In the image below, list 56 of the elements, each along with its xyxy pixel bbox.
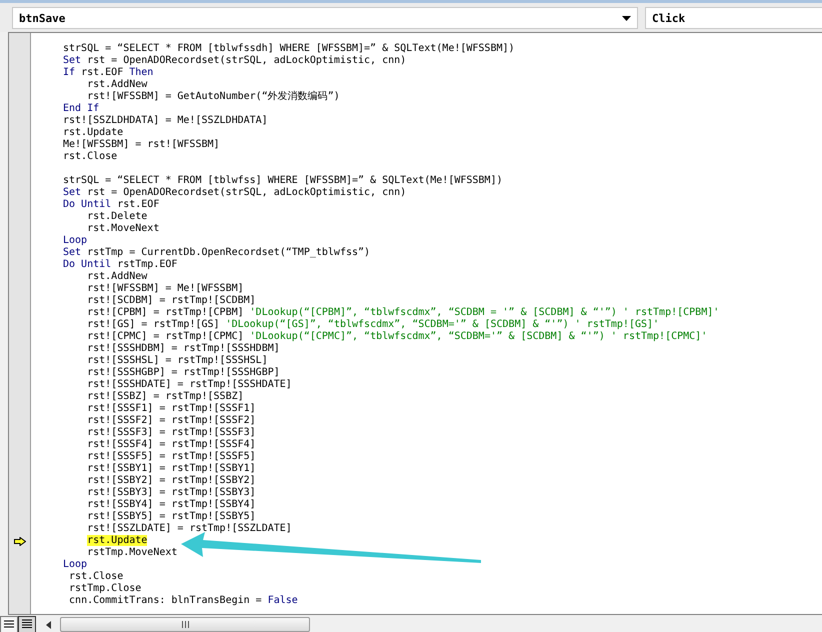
code-line: rst![SSSHGBP] = rstTmp![SSSHGBP]	[86, 367, 280, 379]
code-line: rst![SSBY4] = rstTmp![SSBY4]	[86, 499, 256, 511]
code-line: rst.AddNew	[86, 79, 148, 91]
code-line: rst![SSZLDHDATA] = Me![SSZLDHDATA]	[63, 115, 268, 127]
code-line: rst![CPMC] = rstTmp![CPMC] 'DLookup(“[CPMC]”, “tblwfscdmx”, “SCDBM='” & [SCDBM] & “'”) ' rstTmp![CPMC]'	[86, 331, 708, 343]
code-line: rst.Close	[63, 151, 118, 163]
code-line: rst![WFSSBM] = Me![WFSSBM]	[86, 283, 244, 295]
code-line: Set rst = OpenADORecordset(strSQL, adLockOptimistic, cnn)	[63, 187, 406, 199]
code-line: Set rst = OpenADORecordset(strSQL, adLockOptimistic, cnn)	[63, 55, 406, 67]
code-line: rst![SCDBM] = rstTmp![SCDBM]	[86, 295, 256, 307]
code-line: rstTmp.MoveNext	[86, 547, 178, 559]
code-line: rst![SSBY3] = rstTmp![SSBY3]	[86, 487, 256, 499]
code-line: cnn.CommitTrans: blnTransBegin = False	[68, 595, 298, 607]
code-line: rst![GS] = rstTmp![GS] 'DLookup(“[GS]”, “tblwfscdmx”, “SCDBM='” & [SCDBM] & “'”) ' rstTmp![GS]'	[86, 319, 660, 331]
lines-icon	[22, 619, 32, 630]
code-line: rst![CPBM] = rstTmp![CPBM] 'DLookup(“[CPBM]”, “tblwfscdmx”, “SCDBM = '” & [SCDBM] & “'”) ' rstTmp![CPBM]'	[86, 307, 720, 319]
code-line: rst![SSSHDBM] = rstTmp![SSSHDBM]	[86, 343, 280, 355]
code-line: rst.Delete	[86, 211, 148, 223]
code-line: End If	[63, 103, 100, 115]
code-line: Loop	[63, 235, 88, 247]
code-line: rst![SSSHSL] = rstTmp![SSSHSL]	[86, 355, 268, 367]
code-line: rst![SSSF5] = rstTmp![SSSF5]	[86, 451, 256, 463]
execution-pointer-icon	[14, 536, 26, 546]
code-line: rst.AddNew	[86, 271, 148, 283]
code-line: rst![SSBY5] = rstTmp![SSBY5]	[86, 511, 256, 523]
grip-icon	[182, 621, 188, 628]
code-line: strSQL = “SELECT * FROM [tblwfssdh] WHERE [WFSSBM]=” & SQLText(Me![WFSSBM])	[63, 43, 515, 55]
code-line: Do Until rstTmp.EOF	[63, 259, 178, 271]
code-line: Do Until rst.EOF	[63, 199, 160, 211]
code-line: rst![SSSHDATE] = rstTmp![SSSHDATE]	[86, 379, 292, 391]
code-line: rst![SSSF4] = rstTmp![SSSF4]	[86, 439, 256, 451]
scrollbar-thumb[interactable]	[60, 617, 310, 632]
code-line: rst![WFSSBM] = GetAutoNumber(“外发消数编码”)	[86, 91, 340, 103]
code-line: rst![SSSF1] = rstTmp![SSSF1]	[86, 403, 256, 415]
caret-icon	[622, 16, 631, 20]
code-line: rstTmp.Close	[68, 583, 142, 595]
object-dropdown[interactable]: btnSave	[12, 7, 638, 29]
code-line: rst![SSBZ] = rstTmp![SSBZ]	[86, 391, 244, 403]
left-arrow-icon	[46, 620, 50, 628]
code-line: Set rstTmp = CurrentDb.OpenRecordset(“TMP_tblwfss”)	[63, 247, 370, 259]
full-module-view-button[interactable]	[18, 616, 36, 632]
code-line: strSQL = “SELECT * FROM [tblwfss] WHERE [WFSSBM]=” & SQLText(Me![WFSSBM])	[63, 175, 502, 187]
code-line: rst![SSSF2] = rstTmp![SSSF2]	[86, 415, 256, 427]
code-line: rst![SSBY2] = rstTmp![SSBY2]	[86, 475, 256, 487]
code-line: If rst.EOF Then	[63, 67, 154, 79]
code-line: rst.Update	[63, 127, 124, 139]
procedure-dropdown[interactable]: Click	[645, 7, 822, 29]
code-line: Me![WFSSBM] = rst![WFSSBM]	[63, 139, 220, 151]
code-line: rst.MoveNext	[86, 223, 160, 235]
code-line: Loop	[63, 559, 88, 571]
code-line: rst.Close	[68, 571, 124, 583]
code-line: rst![SSZLDATE] = rstTmp![SSZLDATE]	[86, 523, 292, 535]
code-line: rst![SSBY1] = rstTmp![SSBY1]	[86, 463, 256, 475]
lines-icon	[4, 620, 14, 629]
procedure-view-button[interactable]	[0, 616, 18, 632]
code-line: rst![SSSF3] = rstTmp![SSSF3]	[86, 427, 256, 439]
